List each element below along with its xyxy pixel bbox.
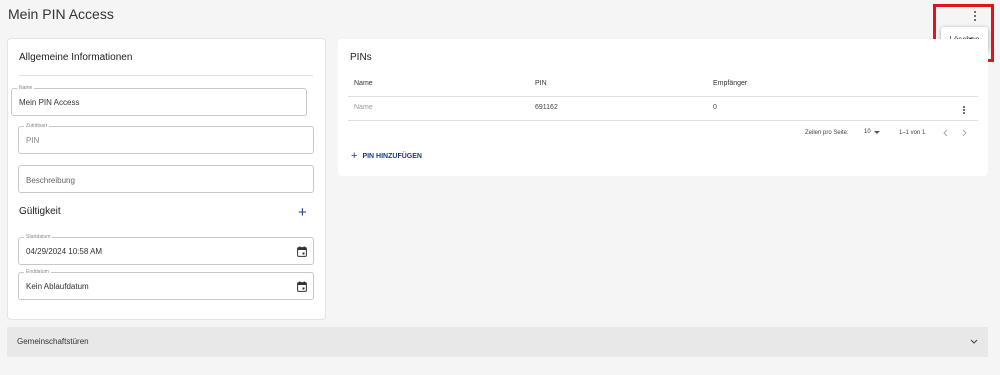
- add-pin-button[interactable]: + PIN HINZUFÜGEN: [351, 150, 422, 162]
- dropdown-caret-icon: [874, 131, 880, 134]
- pagination-range: 1–1 von 1: [899, 130, 926, 136]
- plus-icon: +: [351, 150, 358, 162]
- end-date-field[interactable]: Enddatum Kein Ablaufdatum: [18, 269, 314, 300]
- access-type-value: PIN: [26, 136, 40, 145]
- column-header-name[interactable]: Name: [354, 80, 373, 87]
- rows-per-page-select[interactable]: 10: [864, 129, 871, 135]
- row-name-cell: Name: [354, 104, 373, 111]
- pins-title: PINs: [350, 52, 372, 63]
- row-recipients-cell: 0: [713, 104, 717, 111]
- end-date-label: Enddatum: [24, 269, 51, 276]
- chevron-left-icon[interactable]: [942, 129, 949, 137]
- chevron-right-icon[interactable]: [961, 129, 968, 137]
- chevron-down-icon: [970, 339, 978, 344]
- column-header-recipients[interactable]: Empfänger: [713, 80, 747, 87]
- description-placeholder: Beschreibung: [26, 176, 75, 185]
- page-title: Mein PIN Access: [8, 6, 114, 22]
- start-date-field[interactable]: Startdatum 04/29/2024 10:58 AM: [18, 234, 314, 265]
- calendar-icon[interactable]: [297, 246, 307, 257]
- start-date-value: 04/29/2024 10:58 AM: [26, 247, 103, 256]
- end-date-value: Kein Ablaufdatum: [26, 282, 89, 291]
- validity-title: Gültigkeit: [19, 206, 61, 217]
- name-field-value: Mein PIN Access: [19, 98, 80, 107]
- divider: [19, 75, 313, 76]
- description-field[interactable]: Beschreibung: [18, 165, 314, 193]
- table-header-divider: [348, 96, 978, 97]
- add-pin-label: PIN HINZUFÜGEN: [362, 152, 422, 160]
- access-type-label: Zutrittsart: [24, 123, 50, 130]
- pins-card: [338, 39, 988, 176]
- calendar-icon[interactable]: [297, 281, 307, 292]
- name-field[interactable]: Name Mein PIN Access: [11, 85, 307, 116]
- access-type-field[interactable]: Zutrittsart PIN: [18, 123, 314, 154]
- start-date-label: Startdatum: [24, 234, 53, 241]
- row-more-options-icon[interactable]: [962, 105, 966, 115]
- add-validity-button[interactable]: +: [298, 205, 307, 220]
- table-row-divider: [348, 120, 978, 121]
- name-field-label: Name: [17, 85, 35, 92]
- community-doors-label: Gemeinschaftstüren: [17, 337, 89, 346]
- row-pin-cell: 691162: [535, 104, 558, 111]
- rows-per-page-label: Zeilen pro Seite:: [805, 130, 849, 136]
- community-doors-accordion[interactable]: Gemeinschaftstüren: [7, 327, 988, 357]
- general-info-title: Allgemeine Informationen: [19, 52, 133, 63]
- column-header-pin[interactable]: PIN: [535, 80, 547, 87]
